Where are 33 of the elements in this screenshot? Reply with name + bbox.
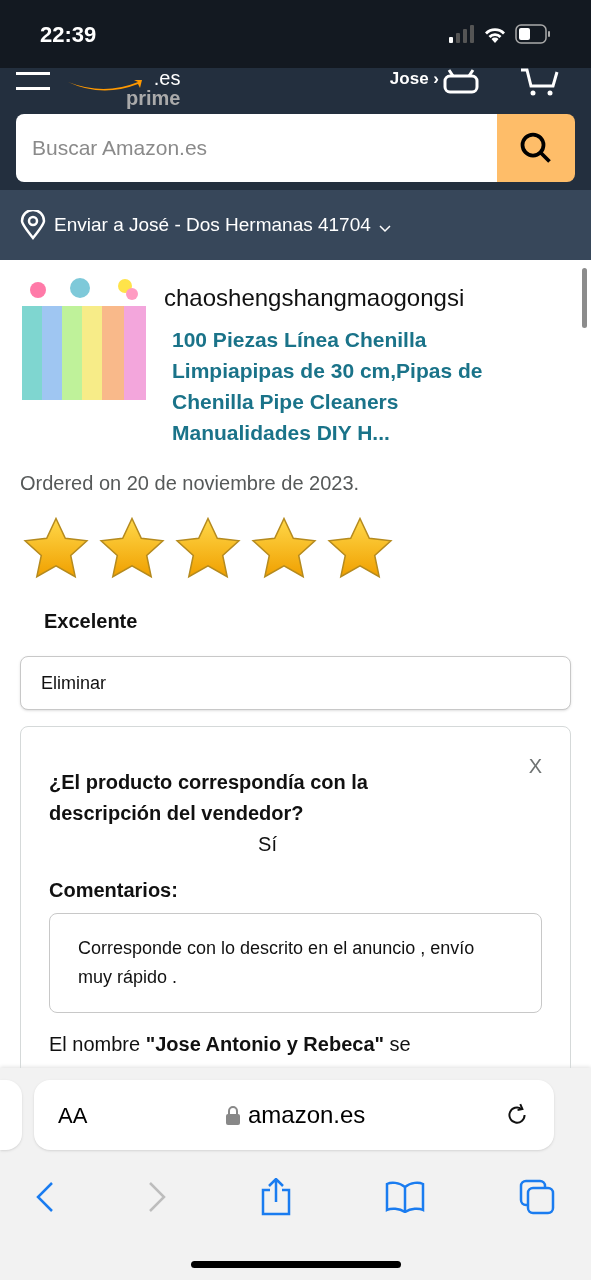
person-icon[interactable] [443,68,479,94]
order-date: Ordered on 20 de noviembre de 2023. [20,471,361,496]
cart-icon[interactable] [519,68,559,96]
share-icon[interactable] [259,1178,292,1216]
rating-label: Excelente [44,609,139,634]
feedback-answer: Sí [257,832,278,857]
signal-icon [449,25,475,43]
menu-icon[interactable] [16,72,50,92]
address-text: amazon.es [247,1100,366,1130]
logo-tag: prime [126,88,181,108]
chevron-down-icon [378,225,391,233]
comments-label: Comentarios: [49,878,179,903]
text-size-button[interactable]: AA [58,1098,88,1132]
wifi-icon [483,25,507,43]
lock-icon [225,1105,240,1125]
back-icon[interactable] [36,1181,54,1213]
bookmarks-icon[interactable] [385,1181,426,1213]
delete-button[interactable]: Eliminar [20,656,571,710]
battery-icon [515,24,551,44]
feedback-question: ¿El producto correspondía con la descripción del vendedor? [49,770,369,826]
status-time: 22:39 [40,20,97,49]
search-field[interactable]: Buscar Amazon.es [16,114,497,182]
address-bar[interactable]: AA amazon.es [34,1080,554,1150]
comment-box: Corresponde con lo descrito en el anuncio , envío muy rápido . [49,913,542,1013]
tabs-icon[interactable] [519,1179,555,1215]
account-link[interactable]: Jose › [389,66,439,92]
search-button[interactable] [497,114,575,182]
location-pin-icon [20,210,46,240]
product-title-link[interactable]: 100 Piezas Línea Chenilla Limpiapipas de 30 cm,Pipas de Chenilla Pipe Cleaners Manualidades DIY H... [172,324,522,448]
feedback-notice: El nombre "Jose Antonio y Rebeca" se [49,1032,412,1057]
close-button[interactable]: X [528,751,542,781]
seller-name: chaoshengshangmaogongsi [164,283,466,313]
logo-suffix: .es [153,68,181,88]
